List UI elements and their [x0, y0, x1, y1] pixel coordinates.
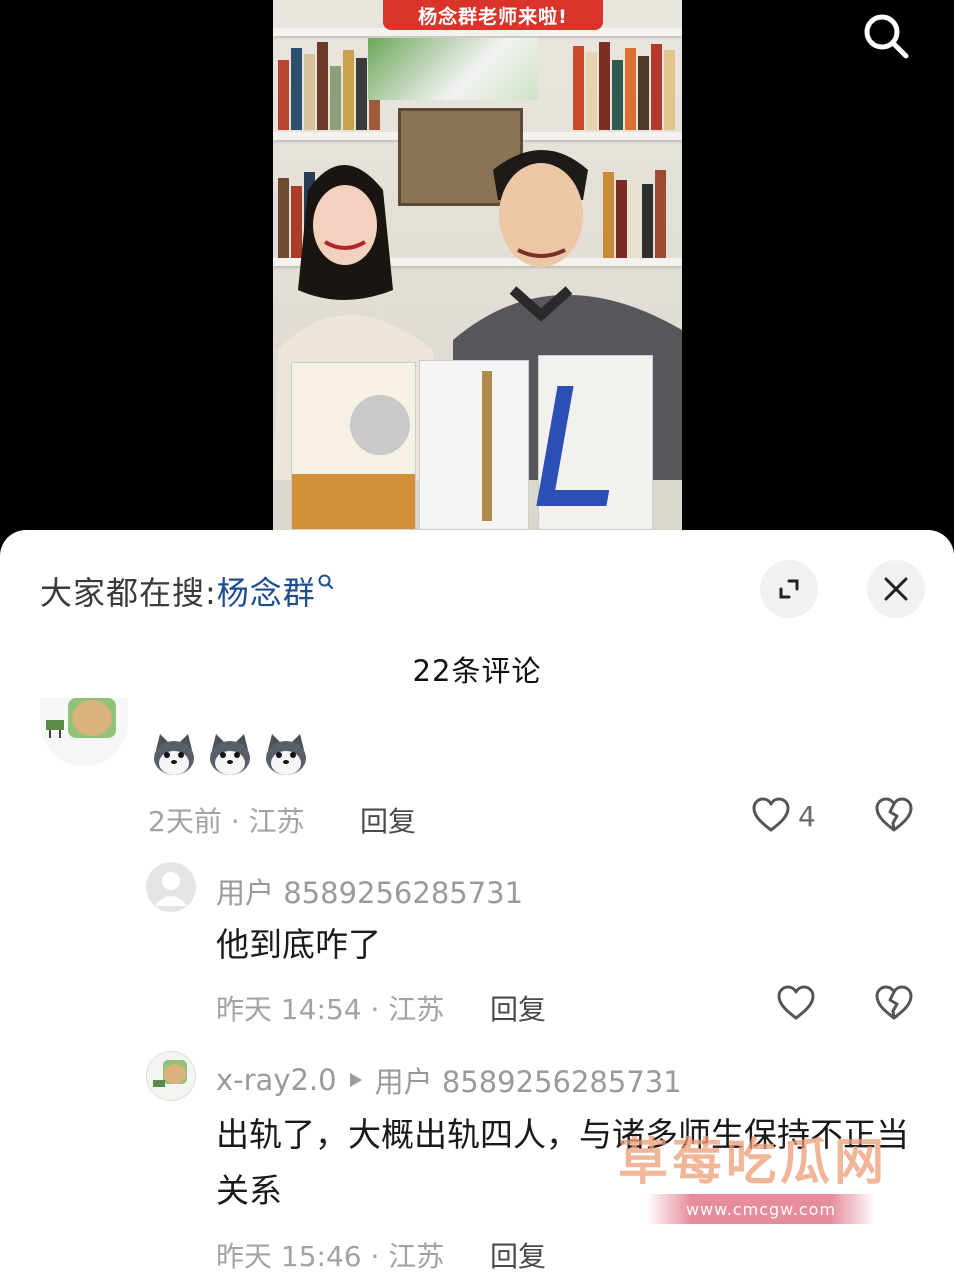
expand-icon — [779, 579, 799, 599]
emoji-row — [150, 730, 310, 778]
comment-meta: 2天前 · 江苏 — [148, 805, 305, 838]
reply-to-username[interactable]: 用户 8589256285731 — [375, 1059, 682, 1101]
husky-emoji-icon — [210, 734, 250, 775]
reply-button[interactable]: 回复 — [360, 800, 416, 840]
comment-panel: 大家都在搜:杨念群 22条评论 2天前 · 江苏 回复 4 用户 8589256… — [0, 530, 954, 1280]
like-count: 4 — [798, 800, 816, 833]
husky-emoji-icon — [266, 734, 306, 775]
bookshelf-books — [278, 40, 382, 130]
avatar[interactable] — [146, 862, 196, 912]
video-player[interactable]: 杨念群老师来啦! — [0, 0, 954, 545]
reply-button[interactable]: 回复 — [490, 1235, 546, 1275]
expand-button[interactable] — [760, 560, 818, 618]
bookshelf-books — [573, 40, 677, 130]
reply-username[interactable]: x-ray2.0 — [216, 1063, 337, 1097]
reply-text: 他到底咋了 — [216, 925, 381, 964]
book-cover — [291, 362, 416, 530]
video-caption: 杨念群老师来啦! — [418, 5, 568, 28]
panda-poster — [368, 38, 538, 100]
broken-heart-icon[interactable] — [874, 796, 914, 834]
trending-search[interactable]: 大家都在搜:杨念群 — [40, 568, 333, 614]
broken-heart-icon[interactable] — [874, 984, 914, 1022]
search-icon[interactable] — [858, 8, 914, 64]
video-frame[interactable]: 杨念群老师来啦! — [273, 0, 682, 530]
husky-emoji-icon — [154, 734, 194, 775]
comment-count: 22条评论 — [412, 654, 542, 688]
heart-icon[interactable] — [751, 796, 791, 834]
book-cover — [419, 360, 529, 530]
close-button[interactable] — [867, 560, 925, 618]
avatar[interactable] — [146, 1051, 196, 1101]
user-avatar-icon — [155, 872, 187, 906]
close-icon — [884, 577, 908, 601]
reply-text: 出轨了，大概出轨四人，与诸多师生保持不正当关系 — [216, 1115, 909, 1210]
avatar[interactable] — [40, 698, 128, 766]
heart-icon[interactable] — [776, 984, 816, 1022]
reply-button[interactable]: 回复 — [490, 988, 546, 1028]
trending-keyword[interactable]: 杨念群 — [217, 574, 316, 612]
book-cover — [536, 355, 653, 530]
reply-username[interactable]: 用户 8589256285731 — [216, 870, 523, 912]
reply-header: x-ray2.0 用户 8589256285731 — [216, 1059, 682, 1101]
reply-meta: 昨天 15:46 · 江苏 — [216, 1240, 445, 1273]
video-caption-banner: 杨念群老师来啦! — [383, 0, 603, 30]
triangle-right-icon — [349, 1073, 362, 1087]
cartoon-avatar-icon — [153, 1060, 187, 1087]
reply-meta: 昨天 14:54 · 江苏 — [216, 993, 445, 1026]
cartoon-avatar-icon — [46, 698, 116, 738]
trending-label: 大家都在搜: — [40, 574, 217, 612]
search-icon — [318, 574, 333, 589]
